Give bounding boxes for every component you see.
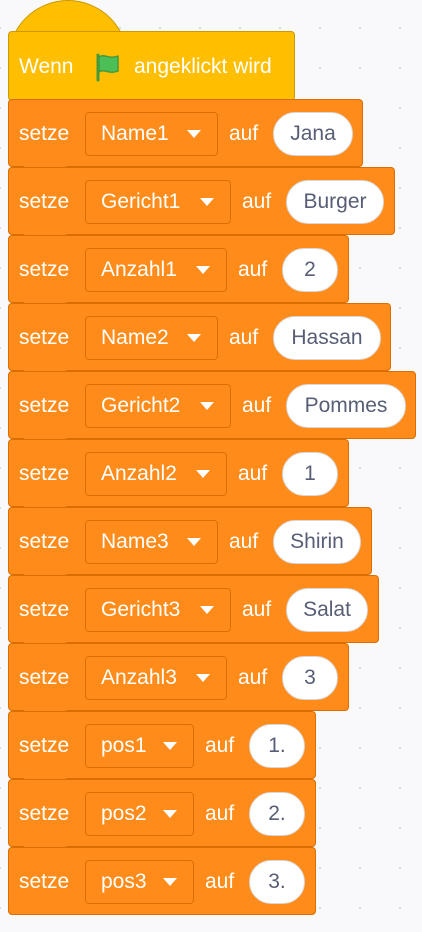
variable-dropdown[interactable]: Name3: [85, 520, 218, 564]
dropdown-arrow-icon: [200, 198, 214, 206]
variable-name: pos1: [101, 734, 147, 757]
value-input[interactable]: 2: [282, 248, 338, 292]
dropdown-arrow-icon: [196, 470, 210, 478]
value-input[interactable]: Salat: [286, 588, 368, 632]
value-input[interactable]: 2.: [249, 792, 305, 836]
to-label: auf: [242, 190, 272, 213]
event-label-when: Wenn: [19, 55, 74, 78]
script-stack[interactable]: Wenn angeklickt wird setze Name1 auf Jana se…: [0, 0, 422, 932]
variable-name: Gericht3: [101, 598, 181, 621]
dropdown-arrow-icon: [200, 606, 214, 614]
value-input[interactable]: 3: [282, 656, 338, 700]
variable-dropdown[interactable]: Anzahl2: [85, 452, 227, 496]
set-variable-block[interactable]: setze Gericht3 auf Salat: [8, 575, 379, 643]
value-input[interactable]: Hassan: [273, 316, 381, 360]
set-label: setze: [19, 122, 70, 145]
to-label: auf: [229, 122, 259, 145]
variable-dropdown[interactable]: Anzahl1: [85, 248, 227, 292]
variable-name: Anzahl2: [101, 462, 177, 485]
value-input[interactable]: Shirin: [273, 520, 361, 564]
to-label: auf: [205, 802, 235, 825]
set-variable-block[interactable]: setze pos1 auf 1.: [8, 711, 316, 779]
to-label: auf: [238, 258, 268, 281]
dropdown-arrow-icon: [163, 810, 177, 818]
set-variable-block[interactable]: setze Name2 auf Hassan: [8, 303, 391, 371]
to-label: auf: [229, 530, 259, 553]
dropdown-arrow-icon: [187, 130, 201, 138]
variable-dropdown[interactable]: Anzahl3: [85, 656, 227, 700]
value-input[interactable]: Pommes: [286, 384, 406, 428]
to-label: auf: [238, 666, 268, 689]
variable-dropdown[interactable]: Name1: [85, 112, 218, 156]
value-input[interactable]: 1.: [249, 724, 305, 768]
set-variable-block[interactable]: setze Name3 auf Shirin: [8, 507, 372, 575]
green-flag-icon: [96, 53, 119, 82]
set-label: setze: [19, 394, 70, 417]
set-variable-block[interactable]: setze Gericht1 auf Burger: [8, 167, 395, 235]
variable-name: pos2: [101, 802, 147, 825]
variable-name: Gericht2: [101, 394, 181, 417]
dropdown-arrow-icon: [196, 674, 210, 682]
variable-dropdown[interactable]: pos3: [85, 860, 194, 904]
value-input[interactable]: Burger: [286, 180, 384, 224]
to-label: auf: [229, 326, 259, 349]
dropdown-arrow-icon: [196, 266, 210, 274]
variable-dropdown[interactable]: Gericht3: [85, 588, 231, 632]
set-label: setze: [19, 870, 70, 893]
set-variable-block[interactable]: setze Name1 auf Jana: [8, 99, 363, 167]
set-variable-block[interactable]: setze Anzahl2 auf 1: [8, 439, 349, 507]
event-label-clicked: angeklickt wird: [134, 55, 272, 78]
variable-name: Name1: [101, 122, 169, 145]
dropdown-arrow-icon: [163, 878, 177, 886]
set-variable-block[interactable]: setze pos2 auf 2.: [8, 779, 316, 847]
to-label: auf: [205, 734, 235, 757]
variable-name: pos3: [101, 870, 147, 893]
value-input[interactable]: 3.: [249, 860, 305, 904]
variable-dropdown[interactable]: Gericht1: [85, 180, 231, 224]
variable-dropdown[interactable]: pos1: [85, 724, 194, 768]
to-label: auf: [238, 462, 268, 485]
value-input[interactable]: Jana: [273, 112, 353, 156]
variable-name: Name2: [101, 326, 169, 349]
to-label: auf: [242, 394, 272, 417]
set-variable-block[interactable]: setze Anzahl3 auf 3: [8, 643, 349, 711]
variable-name: Anzahl3: [101, 666, 177, 689]
set-variable-block[interactable]: setze pos3 auf 3.: [8, 847, 316, 915]
value-input[interactable]: 1: [282, 452, 338, 496]
variable-name: Anzahl1: [101, 258, 177, 281]
variable-dropdown[interactable]: Gericht2: [85, 384, 231, 428]
set-label: setze: [19, 190, 70, 213]
variable-dropdown[interactable]: Name2: [85, 316, 218, 360]
set-variable-block[interactable]: setze Anzahl1 auf 2: [8, 235, 349, 303]
variable-name: Gericht1: [101, 190, 181, 213]
dropdown-arrow-icon: [187, 334, 201, 342]
set-label: setze: [19, 802, 70, 825]
variable-dropdown[interactable]: pos2: [85, 792, 194, 836]
set-label: setze: [19, 666, 70, 689]
set-label: setze: [19, 530, 70, 553]
set-label: setze: [19, 462, 70, 485]
to-label: auf: [242, 598, 272, 621]
set-variable-block[interactable]: setze Gericht2 auf Pommes: [8, 371, 416, 439]
set-label: setze: [19, 734, 70, 757]
dropdown-arrow-icon: [163, 742, 177, 750]
set-label: setze: [19, 258, 70, 281]
dropdown-arrow-icon: [187, 538, 201, 546]
to-label: auf: [205, 870, 235, 893]
set-label: setze: [19, 598, 70, 621]
dropdown-arrow-icon: [200, 402, 214, 410]
set-label: setze: [19, 326, 70, 349]
variable-name: Name3: [101, 530, 169, 553]
